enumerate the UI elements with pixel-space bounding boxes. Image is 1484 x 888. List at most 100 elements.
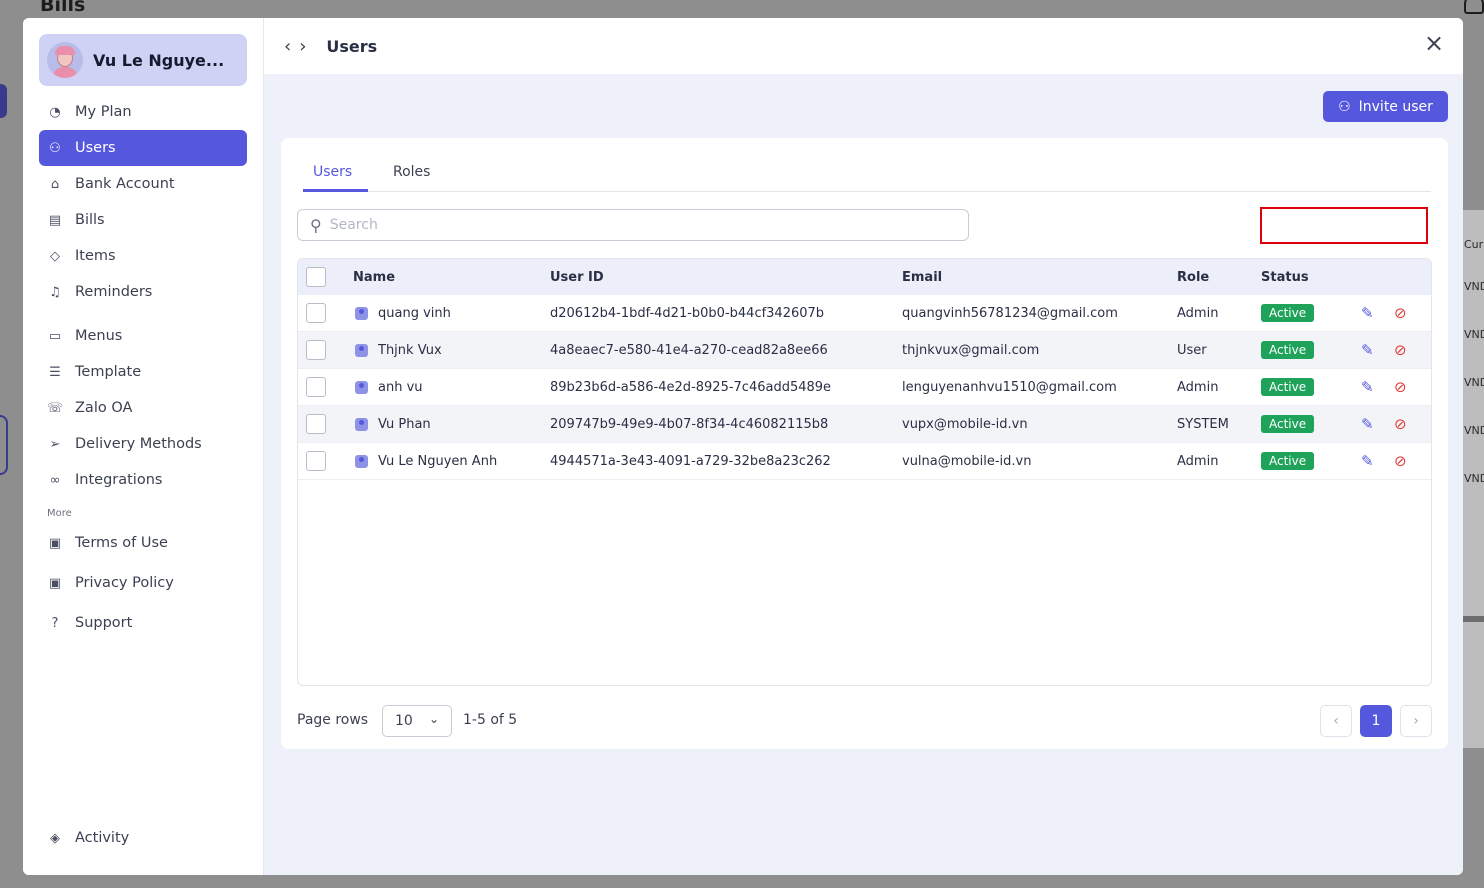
- background-cell: VND: [1464, 328, 1484, 341]
- user-id: 209747b9-49e9-4b07-8f34-4c46082115b8: [550, 416, 829, 432]
- table-row[interactable]: Vu Phan 209747b9-49e9-4b07-8f34-4c460821…: [298, 406, 1431, 443]
- user-email: lenguyenanhvu1510@gmail.com: [902, 379, 1117, 395]
- chevron-down-icon: ⌄: [428, 712, 439, 726]
- sidebar-item-integrations[interactable]: ∞ Integrations: [39, 462, 247, 498]
- sidebar-item-reminders[interactable]: ♫ Reminders: [39, 274, 247, 310]
- edit-icon[interactable]: ✎: [1361, 443, 1374, 479]
- table-header: Name User ID Email Role Status: [298, 259, 1431, 295]
- block-icon[interactable]: ⊘: [1394, 406, 1407, 442]
- user-name: Thjnk Vux: [378, 342, 442, 358]
- sidebar-item-label: Bills: [75, 212, 105, 228]
- block-icon[interactable]: ⊘: [1394, 332, 1407, 368]
- select-all-checkbox[interactable]: [306, 259, 326, 295]
- highlight-box: [1260, 207, 1428, 244]
- background-cell: VND: [1464, 280, 1484, 293]
- sidebar-item-zalo-oa[interactable]: ☏ Zalo OA: [39, 390, 247, 426]
- profile-card[interactable]: Vu Le Nguye...: [39, 34, 247, 86]
- back-chevron-icon[interactable]: ‹: [284, 36, 291, 57]
- user-icon: [355, 380, 368, 394]
- page-rows-label: Page rows: [297, 712, 369, 728]
- bell-icon: ♫: [49, 284, 61, 300]
- sidebar-item-support[interactable]: ? Support: [39, 605, 247, 641]
- background-scrollbar: [1462, 616, 1484, 622]
- invite-user-button[interactable]: ⚇ Invite user: [1323, 91, 1448, 122]
- edit-icon[interactable]: ✎: [1361, 295, 1374, 331]
- sidebar-item-items[interactable]: ◇ Items: [39, 238, 247, 274]
- send-icon: ➢: [49, 436, 61, 452]
- menu-icon: ▭: [48, 328, 62, 344]
- user-email: vulna@mobile-id.vn: [902, 453, 1032, 469]
- row-checkbox[interactable]: [306, 369, 326, 405]
- add-user-icon: ⚇: [1338, 98, 1351, 115]
- next-page-button[interactable]: ›: [1400, 705, 1432, 737]
- tab-roles[interactable]: Roles: [393, 164, 430, 180]
- pagination: Page rows 10 ⌄ 1-5 of 5 ‹ 1 ›: [297, 705, 1432, 737]
- user-role: Admin: [1177, 453, 1219, 469]
- user-id: 4944571a-3e43-4091-a729-32be8a23c262: [550, 453, 831, 469]
- sidebar-item-label: Menus: [75, 328, 123, 344]
- sidebar-item-privacy-policy[interactable]: ▣ Privacy Policy: [39, 565, 247, 601]
- table-row[interactable]: anh vu 89b23b6d-a586-4e2d-8925-7c46add54…: [298, 369, 1431, 406]
- user-icon: [355, 306, 368, 320]
- column-header-email: Email: [902, 269, 943, 285]
- row-checkbox[interactable]: [306, 406, 326, 442]
- previous-page-button[interactable]: ‹: [1320, 705, 1352, 737]
- user-icon: [355, 343, 368, 357]
- sidebar-item-bills[interactable]: ▤ Bills: [39, 202, 247, 238]
- sidebar-item-bank-account[interactable]: ⌂ Bank Account: [39, 166, 247, 202]
- avatar: [47, 42, 83, 78]
- profile-name: Vu Le Nguye...: [93, 50, 225, 70]
- table-row[interactable]: Thjnk Vux 4a8eaec7-e580-41e4-a270-cead82…: [298, 332, 1431, 369]
- bank-icon: ⌂: [50, 176, 60, 192]
- table-row[interactable]: quang vinh d20612b4-1bdf-4d21-b0b0-b44cf…: [298, 295, 1431, 332]
- sidebar-item-label: Template: [75, 364, 142, 380]
- column-header-status: Status: [1261, 269, 1309, 285]
- row-checkbox[interactable]: [306, 443, 326, 479]
- page-button-current[interactable]: 1: [1360, 705, 1392, 737]
- background-nav-accent: [0, 84, 7, 118]
- background-page-title: Bills: [40, 0, 86, 16]
- background-cell: VND: [1464, 472, 1484, 485]
- search-box[interactable]: ⚲: [297, 209, 969, 241]
- page-title: Users: [326, 36, 378, 56]
- user-id: 4a8eaec7-e580-41e4-a270-cead82a8ee66: [550, 342, 828, 358]
- user-name: anh vu: [378, 379, 423, 395]
- tab-users[interactable]: Users: [313, 164, 352, 180]
- row-checkbox[interactable]: [306, 295, 326, 331]
- user-name-cell: Thjnk Vux: [355, 332, 442, 368]
- row-checkbox[interactable]: [306, 332, 326, 368]
- sidebar-item-activity[interactable]: ◈ Activity: [39, 820, 247, 856]
- search-input[interactable]: [329, 217, 930, 233]
- sidebar-item-menus[interactable]: ▭ Menus: [39, 318, 247, 354]
- background-bell-icon: [1464, 0, 1484, 14]
- background-table-edge: Cur VND VND VND VND VND: [1462, 210, 1484, 748]
- background-cell: VND: [1464, 376, 1484, 389]
- settings-modal: Vu Le Nguye... ◔ My Plan ⚇ Users ⌂ Bank …: [23, 18, 1463, 875]
- edit-icon[interactable]: ✎: [1361, 332, 1374, 368]
- sidebar-item-template[interactable]: ☰ Template: [39, 354, 247, 390]
- sidebar-item-my-plan[interactable]: ◔ My Plan: [39, 94, 247, 130]
- sidebar-item-label: Users: [75, 140, 116, 156]
- user-name-cell: quang vinh: [355, 295, 451, 331]
- page-size-select[interactable]: 10 ⌄: [382, 705, 452, 737]
- user-name-cell: Vu Le Nguyen Anh: [355, 443, 497, 479]
- sidebar-item-users[interactable]: ⚇ Users: [39, 130, 247, 166]
- edit-icon[interactable]: ✎: [1361, 406, 1374, 442]
- sidebar-item-delivery-methods[interactable]: ➢ Delivery Methods: [39, 426, 247, 462]
- forward-chevron-icon[interactable]: ›: [299, 36, 306, 57]
- edit-icon[interactable]: ✎: [1361, 369, 1374, 405]
- column-header-name: Name: [353, 269, 396, 285]
- block-icon[interactable]: ⊘: [1394, 369, 1407, 405]
- sidebar-item-label: Integrations: [75, 472, 163, 488]
- pie-chart-icon: ◔: [49, 104, 61, 120]
- close-icon[interactable]: ×: [1423, 31, 1445, 55]
- sidebar-item-label: Reminders: [75, 284, 153, 300]
- sidebar-item-label: Items: [75, 248, 116, 264]
- users-table: Name User ID Email Role Status quang vin…: [297, 258, 1432, 686]
- block-icon[interactable]: ⊘: [1394, 295, 1407, 331]
- sidebar-item-label: Bank Account: [75, 176, 175, 192]
- table-row[interactable]: Vu Le Nguyen Anh 4944571a-3e43-4091-a729…: [298, 443, 1431, 480]
- sidebar-item-label: Delivery Methods: [75, 436, 202, 452]
- sidebar-item-terms-of-use[interactable]: ▣ Terms of Use: [39, 525, 247, 561]
- block-icon[interactable]: ⊘: [1394, 443, 1407, 479]
